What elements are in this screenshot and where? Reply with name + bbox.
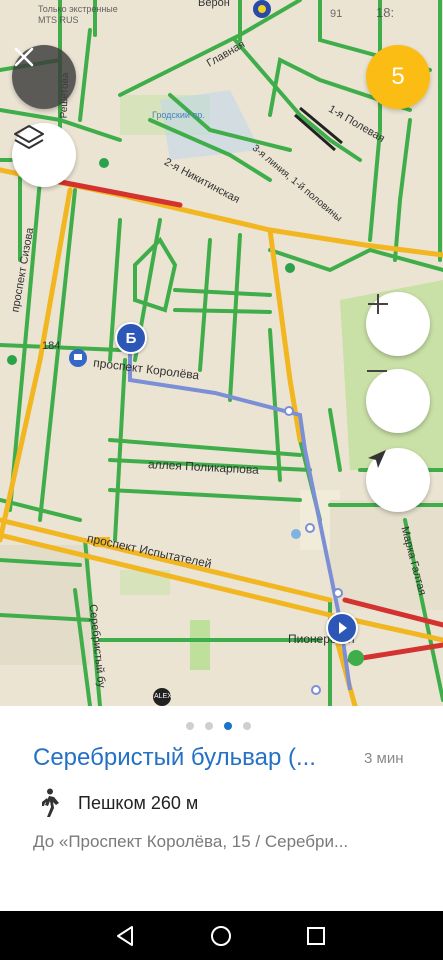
clock: 18: — [376, 5, 395, 20]
locate-me-button[interactable] — [366, 448, 430, 512]
plus-icon — [368, 294, 388, 314]
heading-arrow-icon — [339, 622, 347, 634]
current-location-marker — [326, 612, 358, 644]
walking-person-icon — [42, 788, 59, 817]
pager-dot — [205, 722, 213, 730]
stop-marker-letter: Б — [125, 329, 137, 347]
zoom-in-button[interactable] — [366, 292, 430, 356]
route-card[interactable]: Серебристый бульвар (... 3 мин Пешком 26… — [0, 706, 443, 911]
back-triangle-icon[interactable] — [113, 924, 137, 948]
system-nav-bar — [0, 911, 443, 960]
zoom-out-button[interactable] — [366, 369, 430, 433]
route-title[interactable]: Серебристый бульвар (... — [33, 744, 316, 772]
pager-dot-active — [224, 722, 232, 730]
layers-icon — [14, 125, 44, 149]
status-bar: Только экстренные MTS RUS 91 18: — [0, 0, 443, 30]
close-button[interactable] — [12, 45, 76, 109]
destination-text: До «Проспект Королёва, 15 / Серебри... — [33, 832, 349, 851]
bus-stop-number: 184 — [42, 340, 61, 352]
stop-marker[interactable]: Б — [115, 322, 147, 354]
carrier-line-2: MTS RUS — [38, 15, 79, 25]
route-count-badge-button[interactable]: 5 — [366, 45, 430, 109]
route-duration: 3 мин — [364, 750, 404, 767]
minus-icon — [367, 370, 387, 372]
pager-dot — [243, 722, 251, 730]
close-icon — [14, 47, 34, 67]
alex-store-label: ALEX — [154, 693, 172, 700]
navigation-arrow-icon — [368, 450, 386, 468]
map-view[interactable]: проспект Королёва аллея Поликарпова прос… — [0, 0, 443, 706]
pager-dot — [186, 722, 194, 730]
layers-button[interactable] — [12, 123, 76, 187]
map-label-grodskiy: Гродский пр. — [152, 110, 205, 120]
walk-row: Пешком 260 м — [38, 788, 198, 818]
walk-distance: Пешком 260 м — [78, 792, 199, 813]
battery-level: 91 — [330, 8, 343, 20]
pager-dots — [186, 722, 251, 730]
badge-count: 5 — [391, 63, 405, 90]
carrier-line-1: Только экстренные — [38, 4, 118, 14]
home-circle-icon[interactable] — [209, 924, 233, 948]
recents-square-icon[interactable] — [305, 925, 327, 947]
